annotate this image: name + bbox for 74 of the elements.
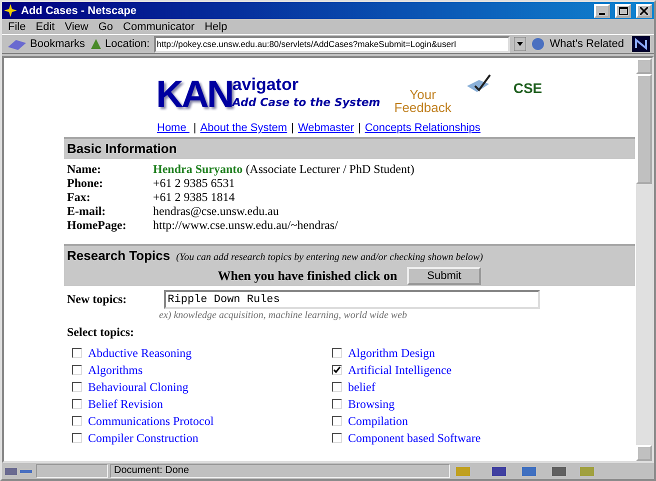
field-label: Fax:: [67, 190, 92, 204]
topic-label[interactable]: Belief Revision: [88, 396, 163, 412]
dropdown-icon[interactable]: [514, 37, 526, 51]
window-title: Add Cases - Netscape: [21, 4, 138, 16]
menu-item[interactable]: Communicator: [123, 20, 195, 32]
menu-item[interactable]: File: [8, 20, 26, 32]
field-value: http://www.cse.unsw.edu.au/~hendras/: [153, 218, 339, 232]
netscape-logo-icon: [632, 36, 650, 52]
menu-item[interactable]: Go: [98, 20, 114, 32]
example-hint: ex) knowledge acquisition, machine learning, world wide web: [159, 310, 408, 321]
nav-link[interactable]: About the System: [200, 122, 288, 134]
bookmarks-button[interactable]: Bookmarks: [6, 37, 86, 51]
minimize-button[interactable]: [594, 4, 610, 18]
submit-prompt: When you have finished click on: [218, 268, 398, 284]
nav-link[interactable]: Concepts Relationships: [364, 122, 480, 134]
field-value: +61 2 9385 1814: [153, 190, 236, 204]
new-topics-field[interactable]: Ripple Down Rules: [164, 290, 540, 309]
topic-label[interactable]: Algorithm Design: [348, 346, 435, 360]
link-separator: |: [358, 122, 361, 134]
link-separator: |: [291, 122, 294, 134]
section-hint: (You can add research topics by entering new and/or checking shown below): [176, 252, 483, 263]
nav-link[interactable]: Webmaster: [298, 122, 354, 134]
scrollbar[interactable]: [636, 58, 652, 461]
field-label: Phone:: [67, 176, 104, 190]
topic-label[interactable]: Artificial Intelligence: [348, 362, 452, 378]
submit-button[interactable]: Submit: [407, 267, 482, 285]
topic-checkbox[interactable]: [332, 382, 342, 392]
menu-item[interactable]: View: [64, 20, 88, 32]
topic-label[interactable]: Compiler Construction: [88, 430, 198, 446]
topic-checkbox[interactable]: [332, 433, 342, 443]
menu-item[interactable]: Edit: [36, 20, 55, 32]
topic-checkbox[interactable]: [332, 365, 342, 375]
cse-logo: CSE: [513, 80, 542, 96]
maximize-icon: [618, 6, 628, 14]
field-value: hendras@cse.unsw.edu.au: [153, 204, 280, 218]
topic-label[interactable]: Compilation: [348, 414, 408, 428]
topic-label[interactable]: Browsing: [348, 396, 395, 412]
link-separator: |: [193, 122, 196, 134]
close-button[interactable]: [636, 4, 652, 18]
topic-label[interactable]: Algorithms: [88, 362, 143, 378]
field-label: E-mail:: [67, 204, 107, 218]
topic-checkbox[interactable]: [332, 399, 342, 409]
topic-checkbox[interactable]: [332, 348, 342, 358]
topic-checkbox[interactable]: [72, 382, 82, 392]
field-label: Name:: [67, 162, 102, 176]
app-icon: [4, 4, 17, 17]
menu-item[interactable]: Help: [204, 20, 228, 32]
nav-link[interactable]: Home: [157, 122, 190, 134]
url-field[interactable]: http://pokey.cse.unsw.edu.au:80/servlets/AddCases?makeSubmit=Login&userI: [154, 36, 510, 52]
topic-checkbox[interactable]: [72, 416, 82, 426]
topic-label[interactable]: Abductive Reasoning: [88, 346, 192, 360]
status-text: Document: Done: [110, 464, 450, 478]
section-title: Research Topics: [67, 248, 170, 263]
field-label: HomePage:: [67, 218, 128, 232]
close-icon: [640, 6, 648, 14]
topic-checkbox[interactable]: [72, 348, 82, 358]
topic-checkbox[interactable]: [72, 365, 82, 375]
section-title: Basic Information: [67, 141, 177, 156]
topic-checkbox[interactable]: [72, 433, 82, 443]
topic-checkbox[interactable]: [332, 416, 342, 426]
topic-label[interactable]: Component based Software: [348, 430, 481, 446]
topic-checkbox[interactable]: [72, 399, 82, 409]
topic-label[interactable]: Communications Protocol: [88, 414, 214, 428]
field-value: Hendra Suryanto (Associate Lecturer / PhD Student): [153, 162, 416, 176]
field-value: +61 2 9385 6531: [153, 176, 236, 190]
maximize-button[interactable]: [615, 4, 631, 18]
whats-related-button[interactable]: What's Related: [530, 37, 624, 51]
status-panel: [36, 464, 108, 478]
field-label: New topics:: [67, 292, 127, 307]
location-label: Location:: [89, 37, 150, 51]
minimize-icon: [599, 12, 605, 14]
topic-label[interactable]: belief: [348, 380, 376, 394]
topic-label[interactable]: Behavioural Cloning: [88, 380, 188, 394]
field-label: Select topics:: [67, 325, 134, 339]
